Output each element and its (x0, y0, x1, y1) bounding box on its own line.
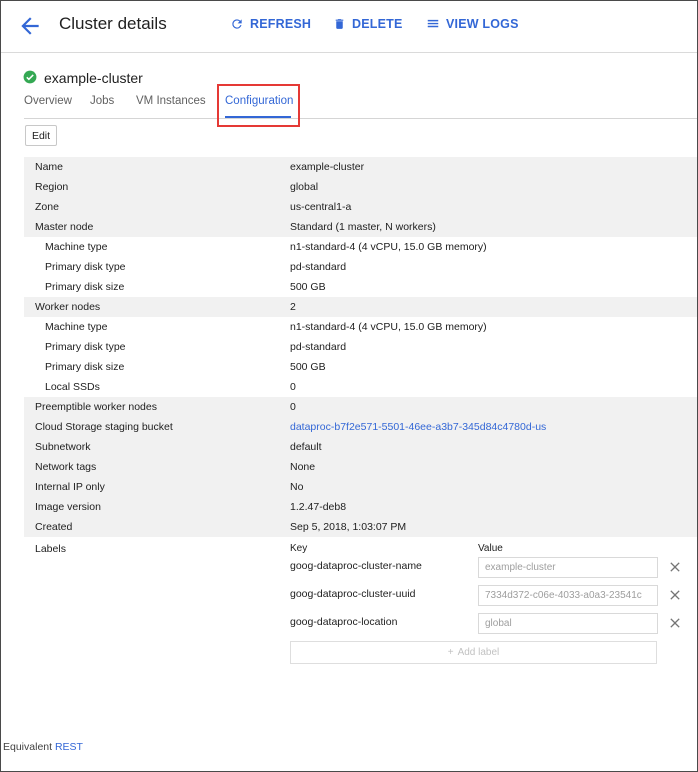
config-value: global (290, 181, 319, 193)
refresh-button[interactable]: REFRESH (230, 14, 311, 34)
config-value: default (290, 441, 322, 453)
plus-icon: + (447, 647, 454, 658)
delete-label: DELETE (352, 17, 403, 31)
config-row-network-tags: Network tags None (24, 457, 697, 477)
view-logs-button[interactable]: VIEW LOGS (426, 14, 519, 34)
labels-title: Labels (35, 543, 66, 555)
config-key: Name (35, 161, 64, 173)
config-key: Master node (35, 221, 94, 233)
config-key: Primary disk size (45, 281, 125, 293)
close-icon[interactable] (667, 615, 683, 631)
config-value: No (290, 481, 304, 493)
label-key: goog-dataproc-location (290, 616, 398, 628)
staging-bucket-link[interactable]: dataproc-b7f2e571-5501-46ee-a3b7-345d84c… (290, 417, 546, 437)
refresh-icon (232, 19, 242, 29)
config-value: 2 (290, 301, 296, 313)
config-value: n1-standard-4 (4 vCPU, 15.0 GB memory) (290, 241, 487, 253)
config-key: Local SSDs (45, 381, 100, 393)
config-key: Primary disk type (45, 261, 126, 273)
config-value: pd-standard (290, 261, 347, 273)
config-row-worker-disk-type: Primary disk type pd-standard (24, 337, 697, 357)
refresh-label: REFRESH (250, 17, 312, 31)
config-value: 500 GB (290, 281, 326, 293)
labels-key-header: Key (290, 543, 308, 554)
label-value-field[interactable] (478, 613, 658, 634)
config-row-local-ssds: Local SSDs 0 (24, 377, 697, 397)
cluster-name: example-cluster (44, 70, 143, 86)
add-label-text: Add label (457, 647, 500, 658)
config-row-worker-nodes: Worker nodes 2 (24, 297, 697, 317)
config-row-worker-machine-type: Machine type n1-standard-4 (4 vCPU, 15.0… (24, 317, 697, 337)
page-title: Cluster details (59, 14, 167, 33)
check-circle-icon (23, 70, 37, 84)
config-key: Zone (35, 201, 59, 213)
rest-link[interactable]: REST (55, 741, 83, 753)
config-value: 1.2.47-deb8 (290, 501, 347, 513)
config-key: Primary disk type (45, 341, 126, 353)
config-key: Created (35, 521, 73, 533)
edit-button[interactable]: Edit (25, 125, 57, 146)
tabs-divider (24, 118, 697, 119)
tab-jobs[interactable]: Jobs (90, 95, 114, 107)
footer-prefix: Equivalent (3, 741, 53, 753)
tab-configuration[interactable]: Configuration (225, 95, 293, 107)
tab-vm-instances[interactable]: VM Instances (136, 95, 206, 107)
trash-icon (335, 19, 344, 29)
config-value: Standard (1 master, N workers) (290, 221, 436, 233)
list-icon (427, 19, 439, 28)
close-icon[interactable] (667, 559, 683, 575)
footer: Equivalent REST (3, 741, 83, 753)
config-key: Machine type (45, 321, 108, 333)
config-row-preemptible-workers: Preemptible worker nodes 0 (24, 397, 697, 417)
config-row-zone: Zone us-central1-a (24, 197, 697, 217)
configuration-table: Name example-cluster Region global Zone … (24, 157, 697, 537)
config-value: pd-standard (290, 341, 347, 353)
config-value: None (290, 461, 316, 473)
config-value: 0 (290, 381, 296, 393)
config-key: Machine type (45, 241, 108, 253)
config-value: 0 (290, 401, 296, 413)
config-key: Subnetwork (35, 441, 91, 453)
config-value: example-cluster (290, 161, 365, 173)
config-row-region: Region global (24, 177, 697, 197)
close-icon[interactable] (667, 587, 683, 603)
label-value-field[interactable] (478, 585, 658, 606)
config-key: Image version (35, 501, 101, 513)
config-row-subnetwork: Subnetwork default (24, 437, 697, 457)
config-row-name: Name example-cluster (24, 157, 697, 177)
labels-value-header: Value (478, 543, 503, 554)
config-row-staging-bucket: Cloud Storage staging bucket dataproc-b7… (24, 417, 697, 437)
config-key: Cloud Storage staging bucket (35, 421, 173, 433)
add-label-button[interactable]: + Add label (290, 641, 657, 664)
config-row-internal-ip: Internal IP only No (24, 477, 697, 497)
config-row-master-machine-type: Machine type n1-standard-4 (4 vCPU, 15.0… (24, 237, 697, 257)
config-key: Preemptible worker nodes (35, 401, 157, 413)
config-value: us-central1-a (290, 201, 352, 213)
config-row-master-disk-size: Primary disk size 500 GB (24, 277, 697, 297)
delete-button[interactable]: DELETE (333, 14, 403, 34)
config-key: Internal IP only (35, 481, 105, 493)
config-value: n1-standard-4 (4 vCPU, 15.0 GB memory) (290, 321, 487, 333)
label-key: goog-dataproc-cluster-name (290, 560, 422, 572)
tab-overview[interactable]: Overview (24, 95, 72, 107)
view-logs-label: VIEW LOGS (446, 17, 519, 31)
page-header: Cluster details REFRESH DELETE VIEW LOGS (1, 1, 697, 53)
config-row-master-node: Master node Standard (1 master, N worker… (24, 217, 697, 237)
label-key: goog-dataproc-cluster-uuid (290, 588, 416, 600)
config-key: Worker nodes (35, 301, 101, 313)
label-value-field[interactable] (478, 557, 658, 578)
config-key: Primary disk size (45, 361, 125, 373)
config-value: 500 GB (290, 361, 326, 373)
config-key: Network tags (35, 461, 97, 473)
config-row-created: Created Sep 5, 2018, 1:03:07 PM (24, 517, 697, 537)
back-arrow-icon[interactable] (17, 13, 43, 39)
config-row-image-version: Image version 1.2.47-deb8 (24, 497, 697, 517)
config-row-master-disk-type: Primary disk type pd-standard (24, 257, 697, 277)
config-value: Sep 5, 2018, 1:03:07 PM (290, 521, 407, 533)
config-row-worker-disk-size: Primary disk size 500 GB (24, 357, 697, 377)
config-key: Region (35, 181, 69, 193)
